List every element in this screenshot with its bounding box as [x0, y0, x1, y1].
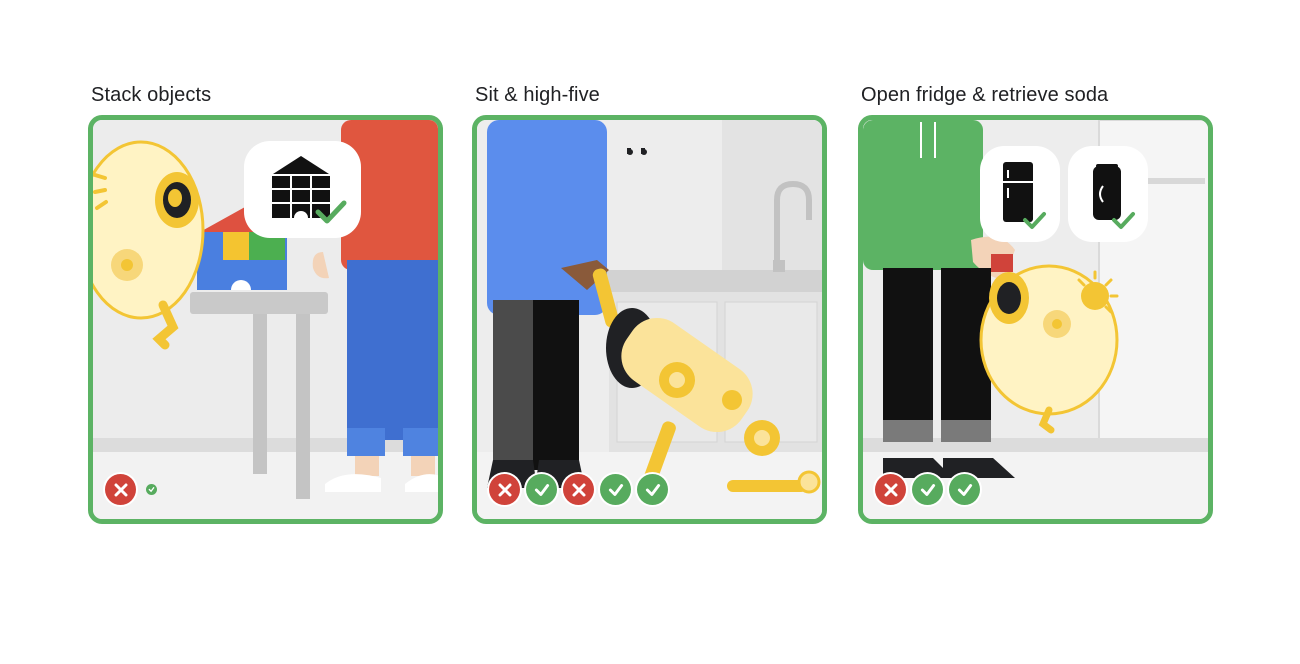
success-badge-icon	[637, 474, 668, 505]
fail-badge-icon	[563, 474, 594, 505]
task-panel-stack-objects	[88, 115, 443, 524]
open-fridge-illustration	[863, 120, 1208, 519]
task-panel-sit-high-five	[472, 115, 827, 524]
panel-title: Stack objects	[91, 84, 212, 106]
success-badge-icon	[146, 484, 157, 495]
success-badge-icon	[912, 474, 943, 505]
fail-badge-icon	[489, 474, 520, 505]
task-panel-open-fridge	[858, 115, 1213, 524]
panel-title: Sit & high-five	[475, 84, 600, 106]
panel-title: Open fridge & retrieve soda	[861, 84, 1109, 106]
trial-results	[875, 474, 980, 505]
success-badge-icon	[526, 474, 557, 505]
trial-results	[105, 474, 157, 505]
stack-objects-illustration	[93, 120, 438, 519]
success-badge-icon	[600, 474, 631, 505]
soda-can-icon	[1093, 164, 1121, 220]
trial-results	[489, 474, 668, 505]
success-badge-icon	[949, 474, 980, 505]
fail-badge-icon	[105, 474, 136, 505]
fail-badge-icon	[875, 474, 906, 505]
fridge-icon	[1003, 162, 1033, 222]
sit-high-five-illustration	[477, 120, 822, 519]
